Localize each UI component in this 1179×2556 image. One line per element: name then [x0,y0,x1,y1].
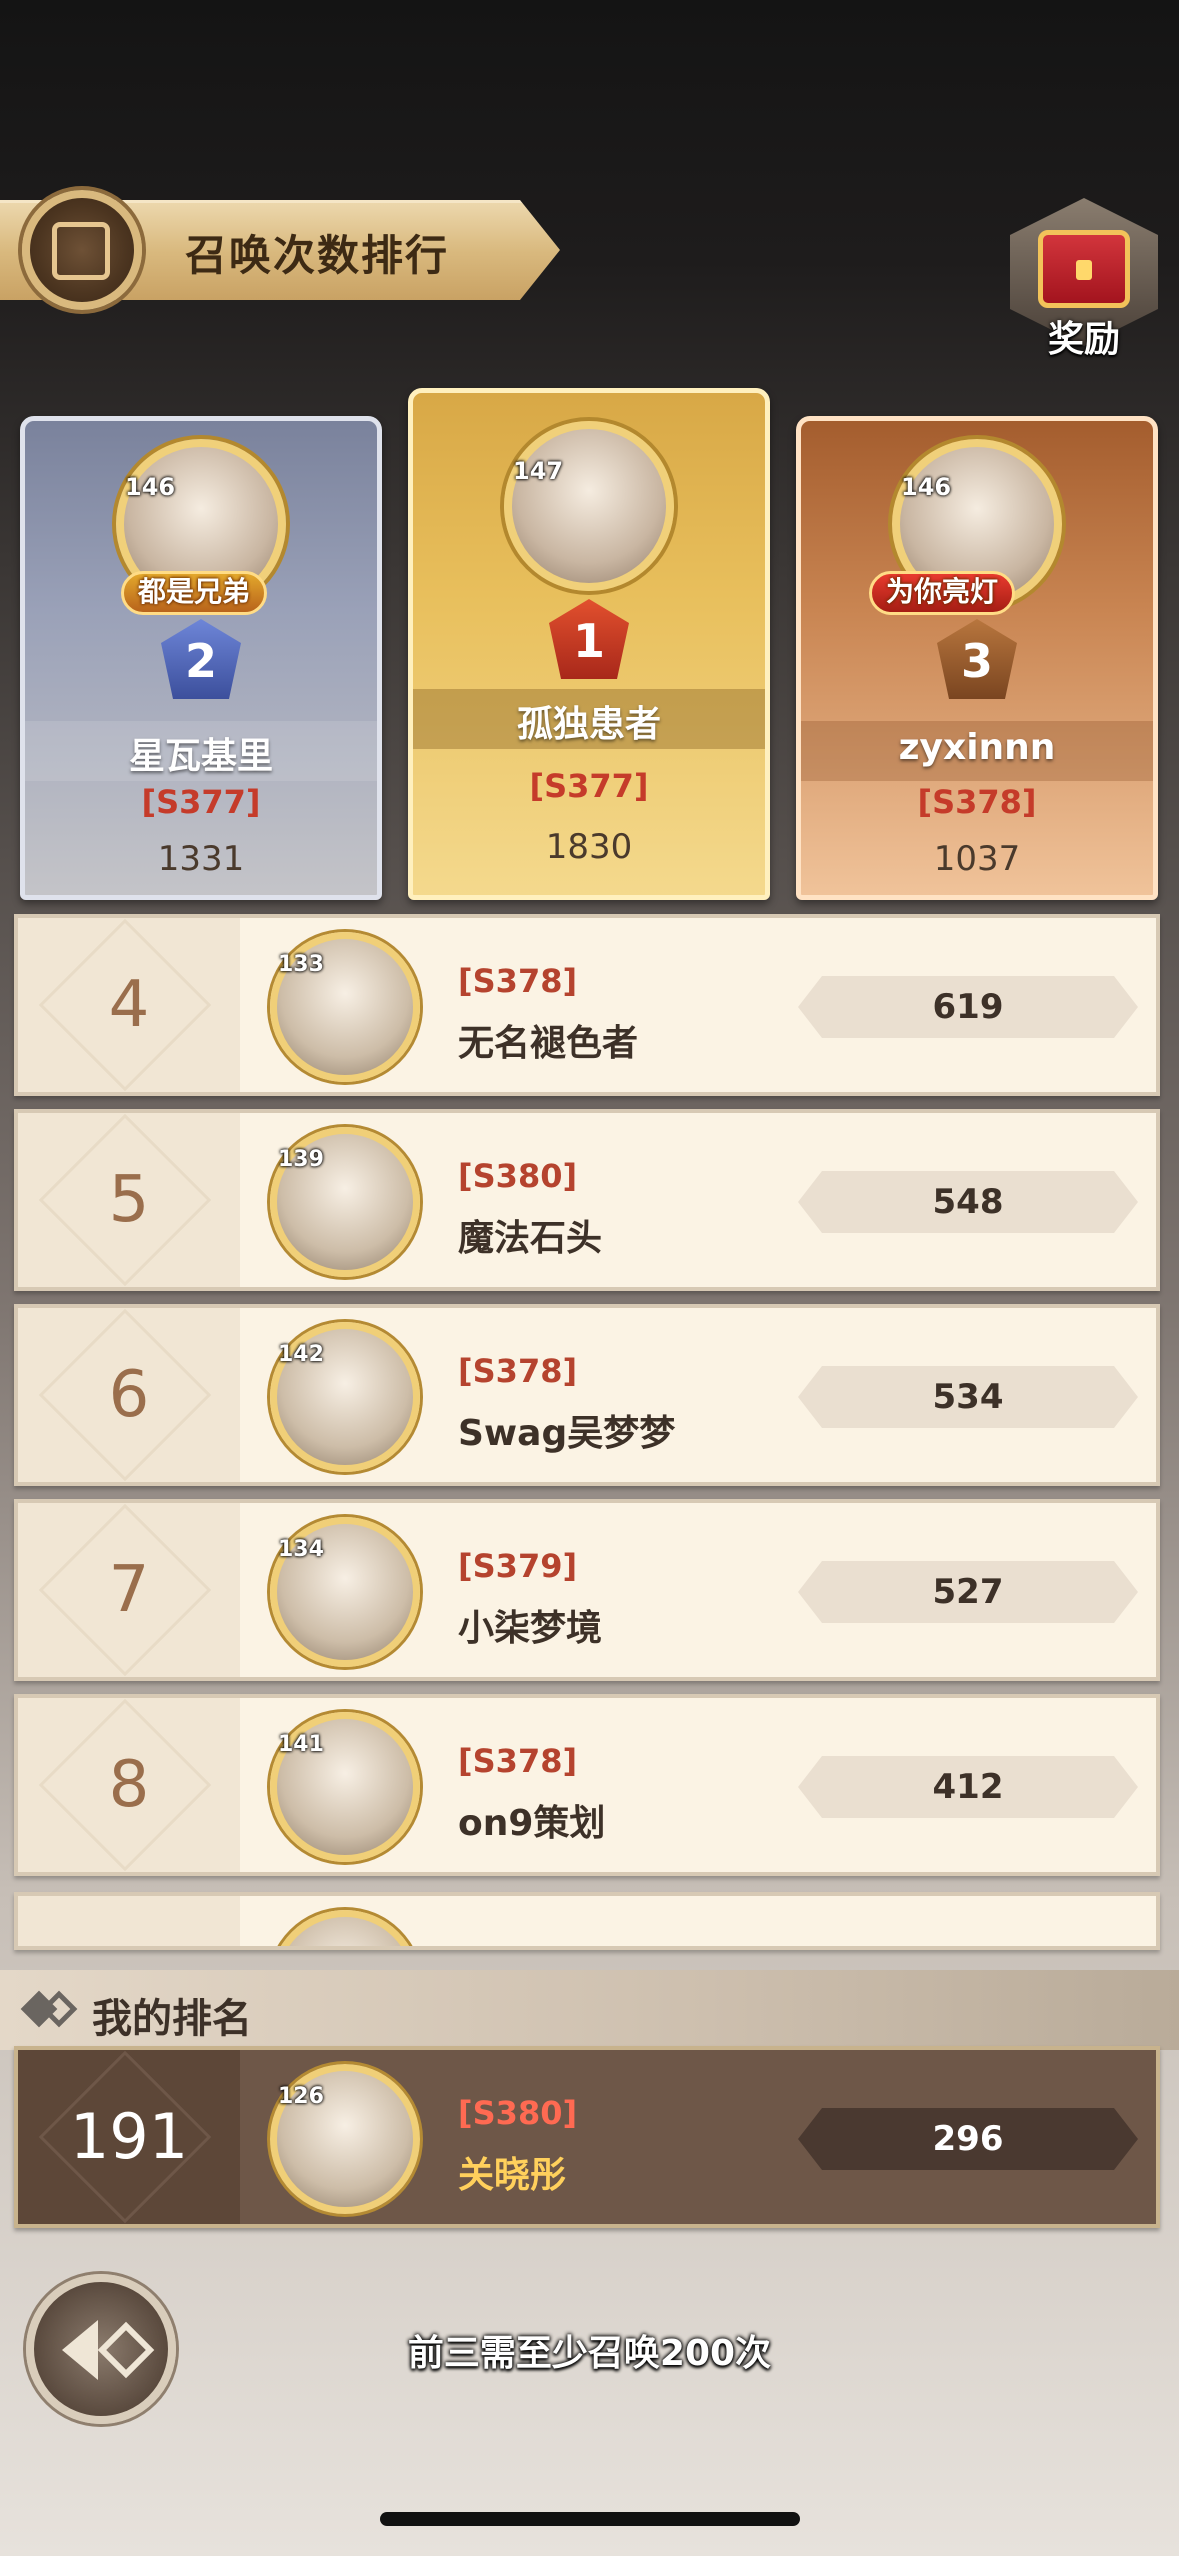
level-badge: 146 [901,473,952,501]
player-server: [S377] [529,767,649,805]
level-badge: 126 [278,2084,324,2109]
player-server: [S378] [917,783,1037,821]
level-badge: 147 [513,457,564,485]
player-name: 孤独患者 [516,704,661,745]
level-badge: 133 [278,952,324,977]
level-badge: 134 [278,1537,324,1562]
player-title-ribbon: 都是兄弟 [121,571,268,615]
level-badge: 139 [278,1147,324,1172]
level-badge: 141 [278,1732,324,1757]
player-server: [S377] [141,783,261,821]
reward-button[interactable]: 奖励 [1010,198,1158,360]
ranking-emblem-inner [52,222,110,280]
list-item[interactable]: 4 133 [S378] 无名褪色者 619 [14,914,1160,1096]
page-title: 召唤次数排行 [185,231,450,280]
player-name: Swag吴梦梦 [458,1413,676,1454]
player-name: 魔法石头 [458,1218,603,1259]
my-rank-label: 我的排名 [92,1996,252,2042]
rank-number-box [18,1896,240,1946]
player-score: 296 [798,2108,1138,2170]
player-name: 关晓彤 [458,2155,567,2196]
rank-medal-icon: 1 [549,599,629,679]
player-score: 1830 [545,827,633,867]
player-score: 1331 [157,839,245,879]
player-score: 619 [798,976,1138,1038]
player-server: [S380] [458,1157,578,1195]
chest-lock-icon [1076,260,1092,280]
list-item-partial[interactable] [14,1892,1160,1950]
rank-medal-icon: 2 [161,619,241,699]
rank-number: 7 [108,1553,150,1627]
player-score: 412 [798,1756,1138,1818]
player-name: 无名褪色者 [458,1023,639,1064]
rank-number: 5 [108,1163,150,1237]
player-score: 1037 [933,839,1021,879]
hint-text: 前三需至少召唤200次 [407,2333,772,2374]
rank-number: 8 [108,1748,150,1822]
player-server: [S378] [458,962,578,1000]
player-score: 548 [798,1171,1138,1233]
level-badge: 142 [278,1342,324,1367]
rank-number: 6 [108,1358,150,1432]
player-server: [S378] [458,1742,578,1780]
reward-label: 奖励 [1047,319,1120,360]
list-item[interactable]: 7 134 [S379] 小柒梦境 527 [14,1499,1160,1681]
avatar [504,421,674,591]
list-item[interactable]: 8 141 [S378] on9策划 412 [14,1694,1160,1876]
player-server: [S379] [458,1547,578,1585]
home-indicator[interactable] [380,2512,800,2526]
player-name: 小柒梦境 [458,1608,603,1649]
player-score: 534 [798,1366,1138,1428]
rank-number: 4 [108,968,150,1042]
list-item[interactable]: 5 139 [S380] 魔法石头 548 [14,1109,1160,1291]
my-rank-row[interactable]: 191 126 [S380] 关晓彤 296 [14,2046,1160,2228]
list-item[interactable]: 6 142 [S378] Swag吴梦梦 534 [14,1304,1160,1486]
avatar [270,1910,420,1946]
player-name: 星瓦基里 [128,736,273,777]
rank-number: 191 [69,2100,189,2173]
rank-medal-icon: 3 [937,619,1017,699]
player-server: [S380] [458,2094,578,2132]
podium-card-third[interactable]: 146 为你亮灯 3 zyxinnn [S378] 1037 [796,416,1158,900]
player-name: zyxinnn [898,727,1056,768]
player-title-ribbon: 为你亮灯 [869,571,1016,615]
podium-card-second[interactable]: 146 都是兄弟 2 星瓦基里 [S377] 1331 [20,416,382,900]
level-badge: 146 [125,473,176,501]
podium-card-first[interactable]: 147 1 孤独患者 [S377] 1830 [408,388,770,900]
player-score: 527 [798,1561,1138,1623]
player-server: [S378] [458,1352,578,1390]
player-name: on9策划 [458,1803,606,1844]
